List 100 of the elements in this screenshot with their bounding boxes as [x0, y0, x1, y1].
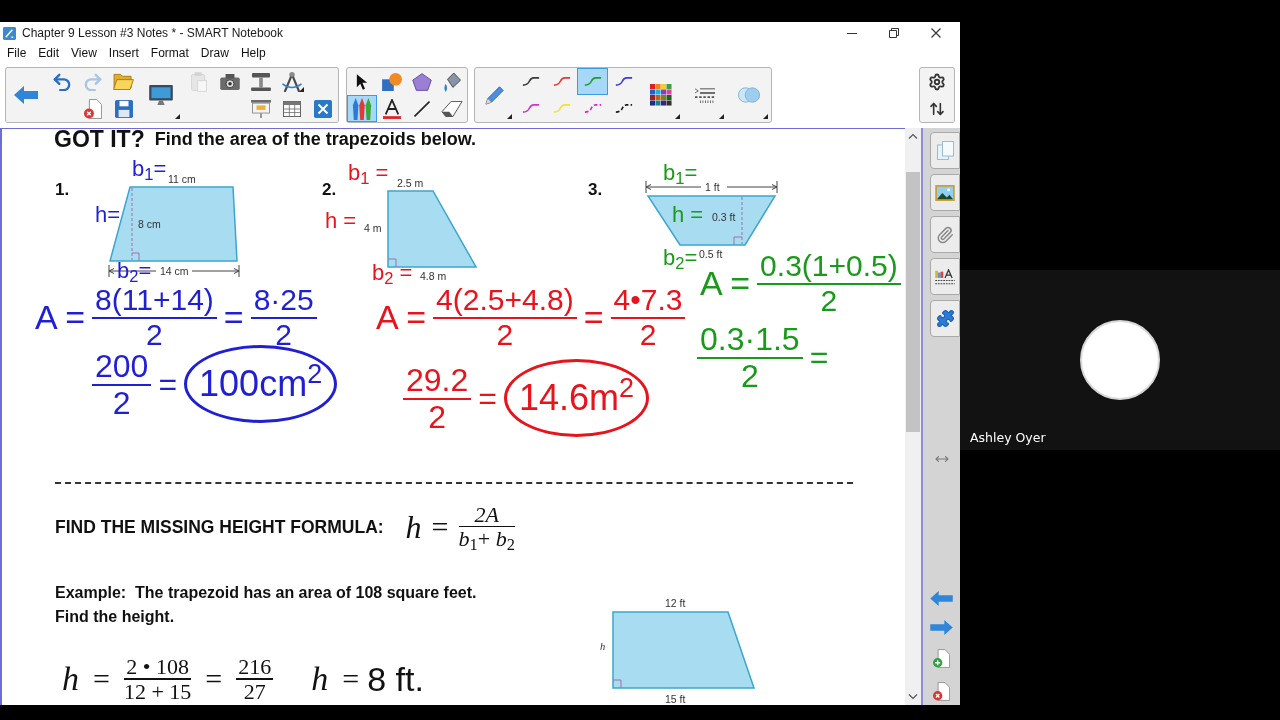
table-icon: [282, 100, 301, 117]
fraction-denominator: 2: [428, 400, 447, 434]
scroll-up-button[interactable]: [908, 133, 918, 139]
page-add-icon: [933, 649, 950, 668]
clipboard-icon: [190, 71, 207, 92]
pen-icon: [485, 85, 505, 105]
monitor-icon: [149, 85, 173, 105]
dropdown-triangle-icon: [763, 114, 768, 119]
pens-icon: [352, 97, 372, 120]
math-symbol: =: [205, 661, 223, 698]
math-variable: h: [62, 659, 79, 700]
dropdown-triangle-icon: [719, 114, 724, 119]
restore-icon: [889, 28, 899, 38]
overlapping-circles-icon: [738, 87, 760, 103]
dropdown-triangle-icon: [507, 114, 512, 119]
problem-number: 1.: [55, 182, 70, 198]
fraction-numerator: 0.3(1+0.5): [759, 249, 899, 283]
dropdown-triangle-icon: [675, 114, 680, 119]
fraction-numerator: 2A: [473, 503, 500, 526]
ink-label: h =: [672, 203, 704, 227]
line-style-icon: [695, 87, 715, 103]
fraction-numerator: 29.2: [405, 362, 470, 398]
menu-item[interactable]: Draw: [194, 45, 235, 62]
dimension-label: 11 cm: [168, 173, 196, 185]
camera-icon: [219, 73, 240, 90]
ink-label: b$_{1}$=: [663, 161, 698, 185]
fraction-denominator: 2: [496, 319, 514, 351]
formula-label: FIND THE MISSING HEIGHT FORMULA:: [55, 515, 384, 539]
previous-page-button[interactable]: [930, 591, 953, 606]
fraction-numerator: 8(11+14): [94, 283, 215, 317]
menu-item[interactable]: View: [65, 45, 103, 62]
heading-text: Find the area of the trapezoids below.: [154, 129, 477, 149]
circled-answer: 100cm$^{2}$: [184, 345, 338, 423]
delete-icon: [313, 99, 332, 118]
add-page-button[interactable]: [933, 649, 950, 668]
menu-item[interactable]: File: [1, 45, 33, 62]
ink-equation-text: =: [583, 297, 604, 337]
dimension-label: 2.5 m: [397, 177, 424, 189]
scroll-down-button[interactable]: [908, 694, 918, 700]
fraction-numerator: 2 • 108: [125, 656, 190, 678]
add-ons-tab[interactable]: [930, 300, 960, 337]
ink-equation-text: =: [223, 297, 244, 337]
properties-tab[interactable]: [930, 258, 960, 295]
close-icon: [931, 28, 941, 38]
fraction-numerator: 0.3·1.5: [699, 321, 801, 357]
math-variable: h: [405, 508, 422, 547]
shapes-icon: [382, 72, 402, 91]
menu-item[interactable]: Insert: [102, 45, 145, 62]
text-tool-icon: [383, 98, 401, 119]
fraction-denominator: 12 + 15: [123, 679, 192, 703]
ink-equation-text: A =: [376, 297, 427, 337]
save-icon: [114, 99, 133, 118]
scrollbar-thumb[interactable]: [906, 172, 920, 432]
arrow-left-icon: [14, 86, 38, 104]
participant-name: Ashley Oyer: [970, 430, 1047, 446]
line-tool-icon: [414, 100, 430, 117]
gallery-tab[interactable]: [930, 174, 960, 211]
fraction-denominator: 2: [146, 319, 163, 351]
chevron-down-icon: [908, 694, 918, 700]
arrow-left-icon: [930, 591, 953, 606]
problem-number: 2.: [322, 182, 337, 198]
delete-page-button[interactable]: [933, 682, 950, 701]
ink-label: h =: [325, 209, 357, 233]
dimension-label: 0.3 ft: [712, 211, 736, 223]
puzzle-icon: [935, 309, 955, 328]
menu-item[interactable]: Edit: [32, 45, 66, 62]
next-page-button[interactable]: [930, 620, 953, 635]
document-camera-icon: [250, 72, 271, 91]
properties-icon: [935, 268, 955, 285]
pages-icon: [936, 141, 954, 160]
ink-label: h=: [95, 203, 121, 227]
picture-icon: [935, 184, 955, 201]
fraction-numerator: 216: [237, 656, 273, 678]
app-icon: [3, 26, 16, 40]
math-symbol: =: [431, 509, 449, 545]
ink-equation-text: A =: [35, 297, 86, 337]
ink-label: b$_{2}$=: [663, 246, 698, 270]
fraction-denominator: 27: [243, 679, 266, 703]
dimension-label: 14 cm: [160, 265, 189, 277]
ink-label: b$_{1}$=: [132, 157, 167, 181]
fraction-denominator: 2: [639, 319, 657, 351]
menu-item[interactable]: Format: [144, 45, 195, 62]
menu-item[interactable]: Help: [234, 45, 272, 62]
fraction-numerator: 4•7.3: [612, 283, 684, 317]
paint-bucket-icon: [443, 71, 461, 92]
fraction-denominator: b$_{1}$+ b$_{2}$: [458, 527, 515, 551]
chevron-up-icon: [908, 133, 918, 139]
math-symbol: =: [342, 661, 360, 698]
ink-equation-text: A =: [700, 263, 751, 303]
settings-icon: [928, 72, 946, 91]
projection-screen-icon: [250, 99, 271, 118]
answer-text: 8 ft.: [367, 659, 424, 701]
fraction-numerator: 8·25: [252, 283, 315, 317]
example-text: Find the height.: [55, 607, 176, 627]
dimension-label: 12 ft: [665, 597, 686, 609]
attachments-tab[interactable]: [930, 216, 960, 253]
paperclip-icon: [936, 225, 954, 244]
ink-label: b$_{2}$ =: [372, 261, 413, 285]
color-palette-icon: [650, 84, 672, 106]
redo-icon: [83, 72, 102, 91]
